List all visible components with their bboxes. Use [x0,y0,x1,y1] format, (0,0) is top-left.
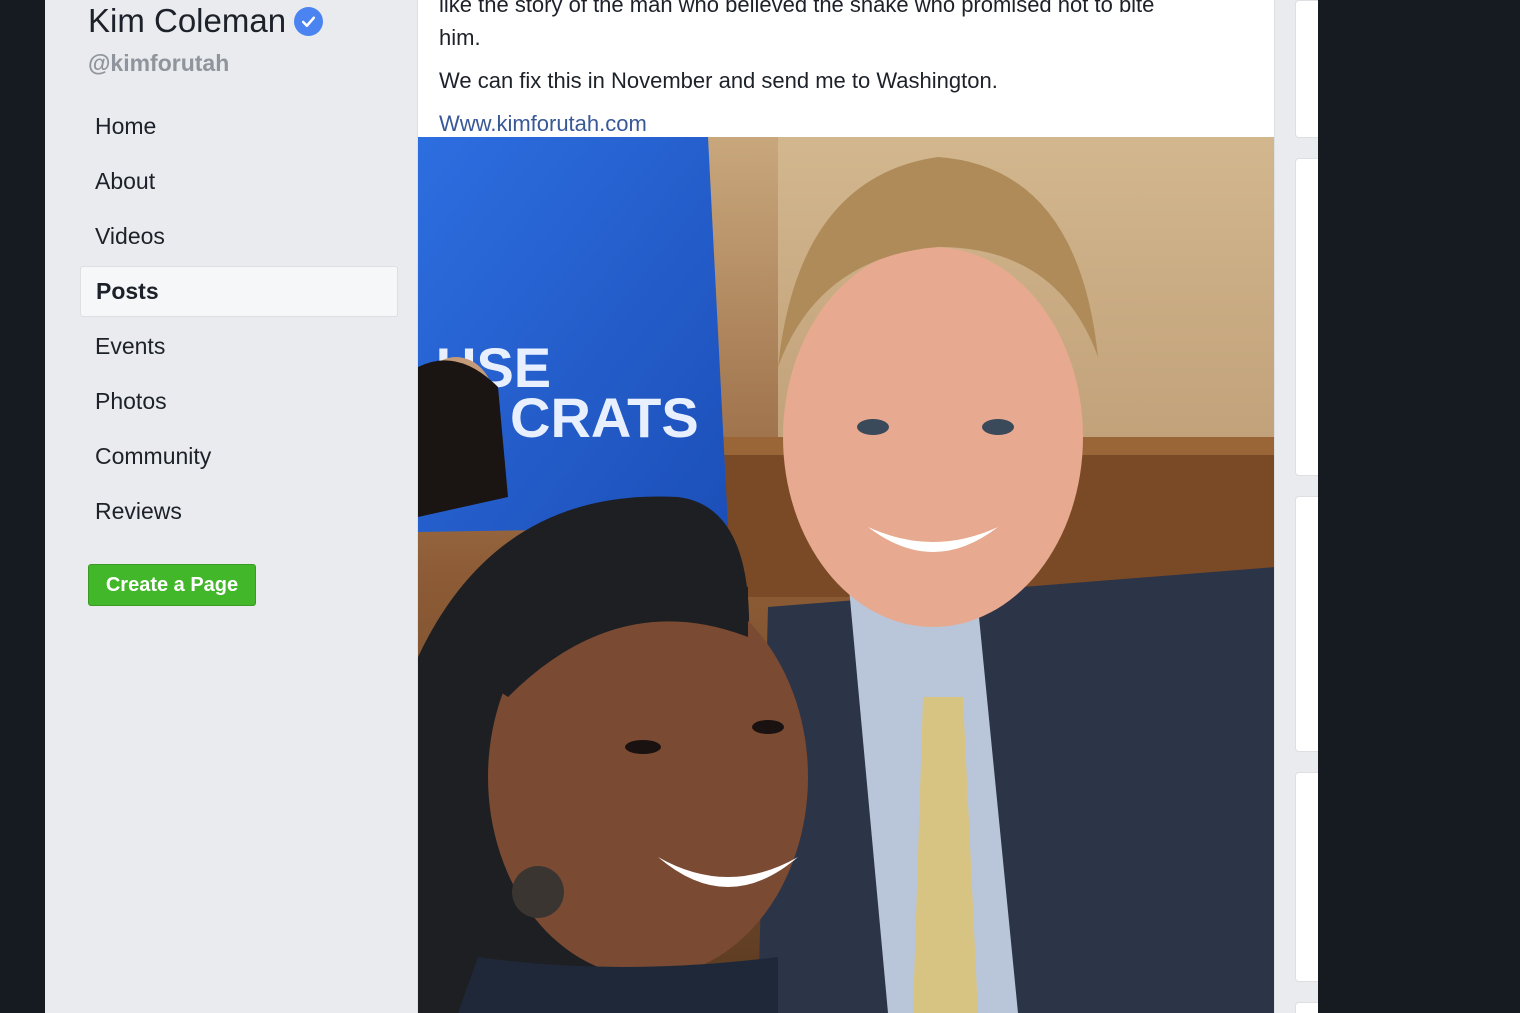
nav-item-videos[interactable]: Videos [80,211,398,262]
nav-item-label: Reviews [95,498,182,524]
nav-item-photos[interactable]: Photos [80,376,398,427]
nav-item-home[interactable]: Home [80,101,398,152]
nav-item-posts[interactable]: Posts [80,266,398,317]
right-card [1295,772,1318,982]
page-username[interactable]: @kimforutah [88,50,229,77]
nav-item-label: Photos [95,388,167,414]
nav-item-label: Home [95,113,157,139]
create-page-button[interactable]: Create a Page [88,564,256,606]
page-name-heading[interactable]: Kim Coleman [88,2,324,40]
page-nav: Home About Videos Posts Events Photos Co… [80,101,398,541]
right-card [1295,1002,1318,1013]
verified-badge-icon [294,6,324,36]
right-column [1295,0,1318,1013]
facebook-page-window: Kim Coleman @kimforutah Home About Video… [45,0,1318,1013]
post-card: like the story of the man who believed t… [417,0,1275,1013]
post-text-second: We can fix this in November and send me … [439,68,998,93]
post-text-line-end: him. [439,25,481,50]
post-link[interactable]: Www.kimforutah.com [439,107,1249,140]
nav-item-community[interactable]: Community [80,431,398,482]
post-photo[interactable]: CRATS USE [418,137,1274,1013]
nav-item-about[interactable]: About [80,156,398,207]
right-card [1295,158,1318,476]
nav-item-reviews[interactable]: Reviews [80,486,398,537]
nav-item-events[interactable]: Events [80,321,398,372]
post-body: like the story of the man who believed t… [439,0,1249,140]
right-card [1295,0,1318,138]
nav-item-label: Videos [95,223,165,249]
page-name[interactable]: Kim Coleman [88,2,286,40]
post-text-paragraph: like the story of the man who believed t… [439,0,1249,54]
right-card [1295,496,1318,752]
page-sidebar: Kim Coleman @kimforutah Home About Video… [45,0,417,1013]
nav-item-label: About [95,168,156,194]
nav-item-label: Posts [96,278,159,304]
post-text-partial-line: like the story of the man who believed t… [439,0,1155,17]
nav-item-label: Community [95,443,212,469]
nav-item-label: Events [95,333,166,359]
